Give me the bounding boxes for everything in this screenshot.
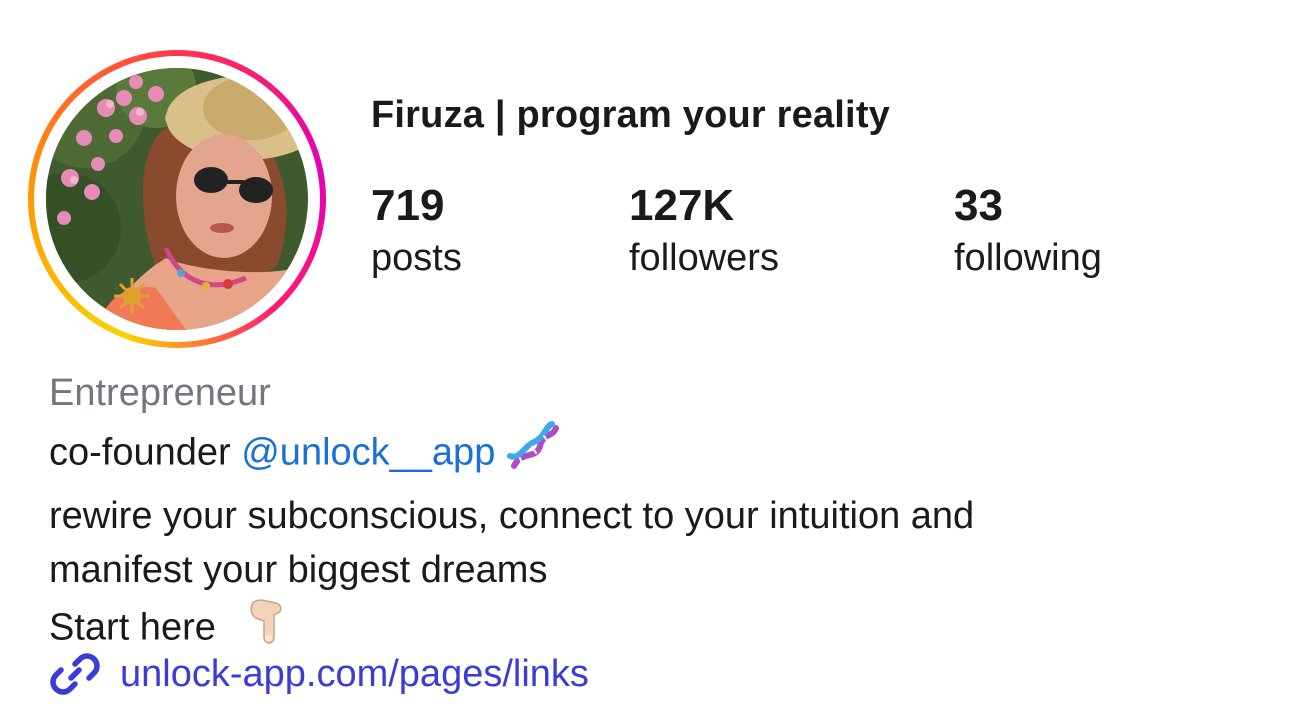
link-url[interactable]: unlock-app.com/pages/links: [120, 653, 589, 696]
avatar-gap: [34, 56, 320, 342]
category-label: Entrepreneur: [49, 372, 271, 414]
profile-header: Firuza | program your reality 719 posts …: [0, 0, 1290, 720]
bio-line-3: manifest your biggest dreams: [49, 549, 548, 591]
following-label: following: [954, 237, 1102, 279]
bio-line-1: co-founder @unlock__app: [49, 420, 974, 489]
following-count: 33: [954, 181, 1003, 230]
story-ring[interactable]: [28, 50, 326, 348]
link-icon: [49, 648, 101, 700]
avatar[interactable]: [46, 68, 308, 330]
start-here-text: Start here: [49, 606, 216, 649]
bio-line-2: rewire your subconscious, connect to you…: [49, 495, 975, 537]
followers-stat[interactable]: 127K followers: [629, 180, 779, 284]
following-stat[interactable]: 33 following: [954, 180, 1102, 284]
display-name: Firuza | program your reality: [371, 94, 891, 136]
posts-count: 719: [371, 181, 445, 230]
posts-label: posts: [371, 237, 462, 279]
dna-icon: [506, 420, 560, 489]
posts-stat[interactable]: 719 posts: [371, 180, 462, 284]
external-link[interactable]: unlock-app.com/pages/links: [49, 648, 589, 700]
bio-cofounder-text: co-founder: [49, 431, 231, 474]
bio: Entrepreneur co-founder @unlock__app rew…: [49, 366, 974, 662]
profile-photo-icon: [46, 68, 308, 330]
followers-label: followers: [629, 237, 779, 279]
followers-count: 127K: [629, 181, 735, 230]
mention-link[interactable]: @unlock__app: [241, 432, 495, 474]
